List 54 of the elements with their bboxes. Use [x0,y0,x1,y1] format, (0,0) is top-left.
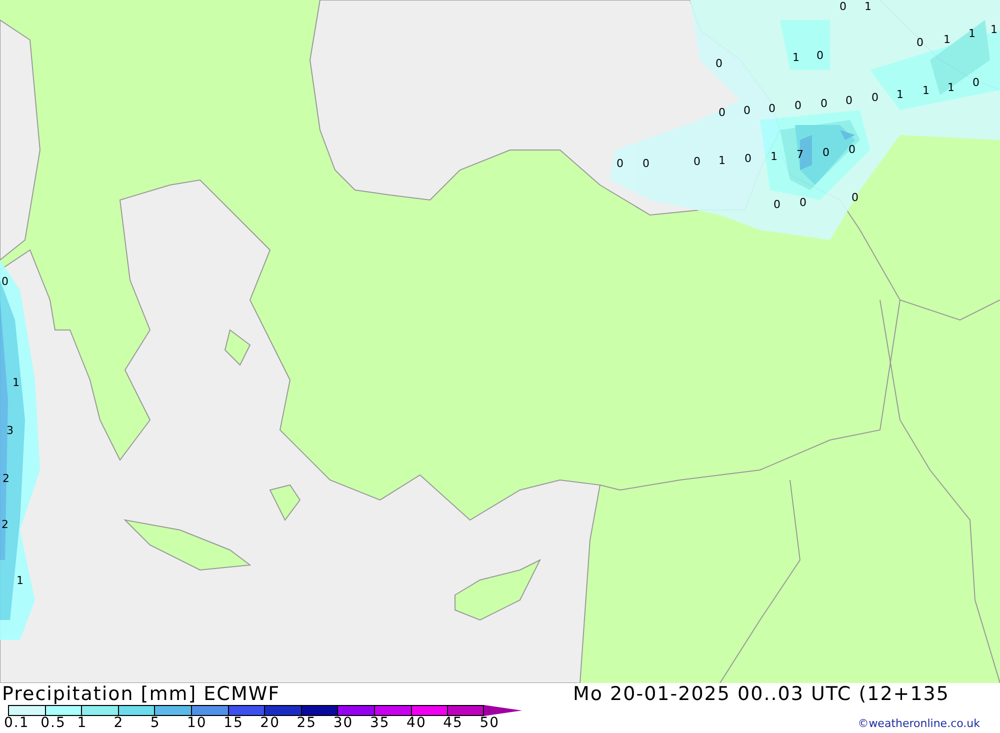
legend-label: 20 [260,716,281,731]
legend-label: 2 [114,716,125,731]
precipitation-value: 3 [6,424,14,437]
precipitation-value: 0 [694,155,700,168]
credit-link[interactable]: ©weatheronline.co.uk [560,705,1000,730]
legend-label: 0.5 [40,716,67,731]
legend-label: 0.1 [4,716,30,731]
precipitation-value: 0 [820,97,828,110]
precipitation-value: 1 [944,33,950,46]
precipitation-value: 0 [2,275,8,288]
precipitation-value: 1 [968,27,976,40]
precipitation-value: 0 [972,76,980,89]
map-title: Precipitation [mm] ECMWF [1,683,282,705]
precipitation-value: 1 [12,376,20,389]
legend-label: 25 [296,716,318,731]
precipitation-value: 2 [2,518,8,531]
precipitation-value: 1 [864,0,872,13]
legend-label: 10 [186,716,208,731]
legend-label: 15 [224,716,244,731]
precipitation-value: 0 [642,157,650,170]
precipitation-value: 0 [852,191,858,204]
precipitation-value: 0 [800,196,806,209]
precipitation-value: 0 [822,146,830,159]
precipitation-value: 1 [718,154,726,167]
precipitation-value: 1 [16,574,24,587]
precipitation-value: 1 [948,81,954,94]
precipitation-value: 1 [990,23,998,36]
legend-label: 35 [370,716,391,731]
precipitation-value: 2 [2,472,10,485]
precipitation-value: 0 [848,143,856,156]
forecast-datetime: Mo 20-01-2025 00..03 UTC (12+135 [572,683,950,705]
precipitation-value: 1 [792,51,800,64]
precipitation-value: 7 [796,148,804,161]
precipitation-value: 1 [770,150,778,163]
precipitation-value: 0 [616,157,624,170]
legend-label: 30 [333,716,354,731]
precipitation-value: 0 [794,99,802,112]
precipitation-value: 1 [896,88,904,101]
precipitation-value: 0 [846,94,852,107]
precipitation-value: 0 [840,0,846,13]
precipitation-value: 0 [774,198,780,211]
precipitation-value: 0 [744,104,750,117]
precipitation-value: 0 [872,91,878,104]
precipitation-value: 0 [816,49,824,62]
precipitation-value: 0 [716,57,722,70]
legend-label: 50 [480,716,501,731]
precipitation-value: 0 [916,36,924,49]
legend-label: 5 [150,716,162,731]
precipitation-value: 0 [744,152,752,165]
legend-label: 40 [406,716,428,731]
precipitation-value: 0 [718,106,726,119]
precipitation-value: 0 [768,102,776,115]
precipitation-value: 1 [922,84,930,97]
legend-label: 45 [443,716,464,731]
